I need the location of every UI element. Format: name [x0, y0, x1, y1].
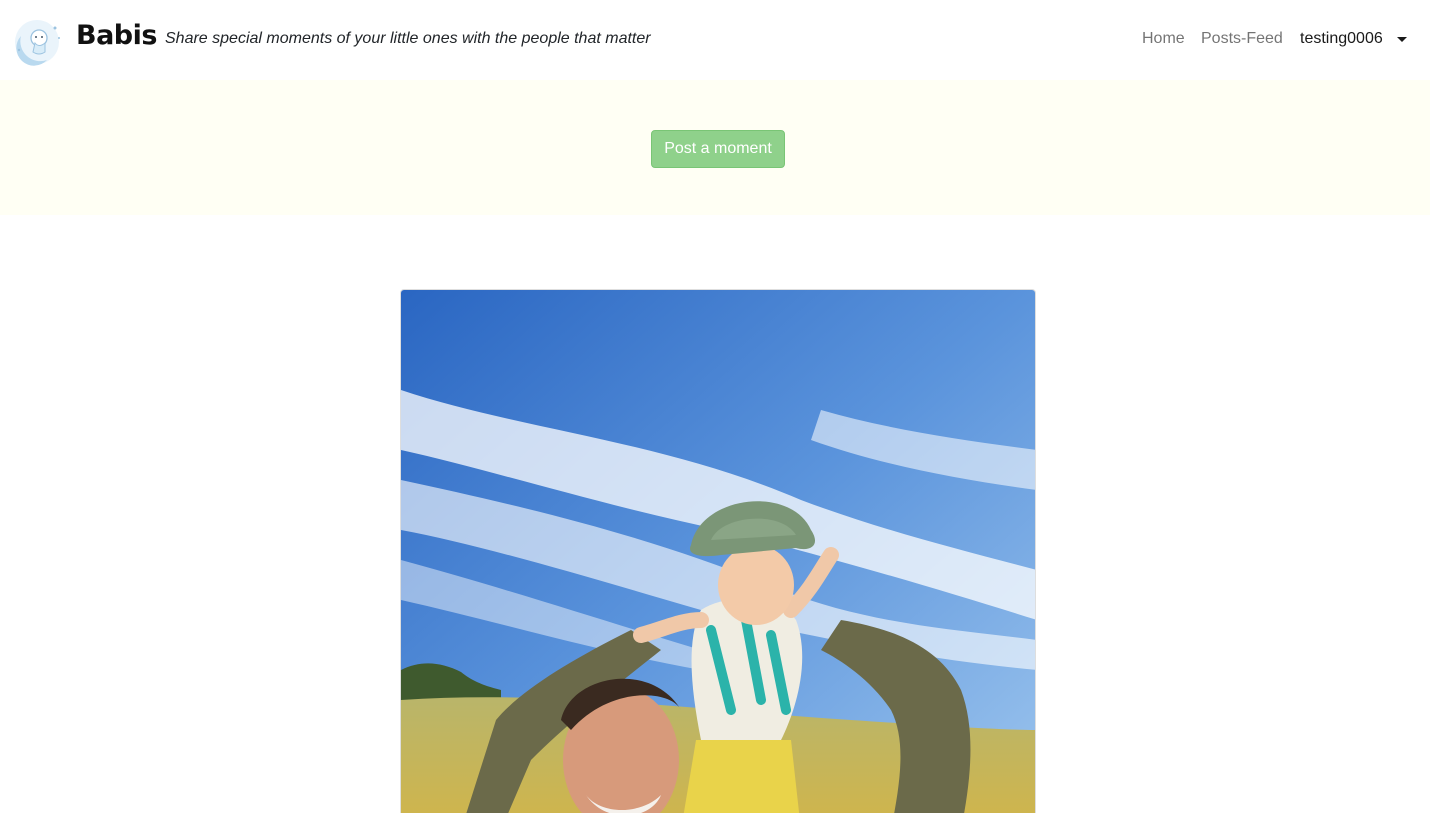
brand-name[interactable]: Babis: [76, 20, 157, 51]
logo-icon[interactable]: [11, 16, 65, 66]
post-card[interactable]: [400, 289, 1036, 813]
chevron-down-icon[interactable]: [1397, 37, 1407, 42]
user-menu-toggle[interactable]: testing0006: [1300, 30, 1383, 48]
navbar: Babis Share special moments of your litt…: [0, 0, 1430, 80]
nav-home-link[interactable]: Home: [1142, 30, 1185, 48]
post-moment-button[interactable]: Post a moment: [651, 130, 785, 168]
nav-posts-feed-link[interactable]: Posts-Feed: [1201, 30, 1283, 48]
brand-tagline: Share special moments of your little one…: [165, 30, 651, 47]
post-photo[interactable]: [401, 290, 1036, 813]
